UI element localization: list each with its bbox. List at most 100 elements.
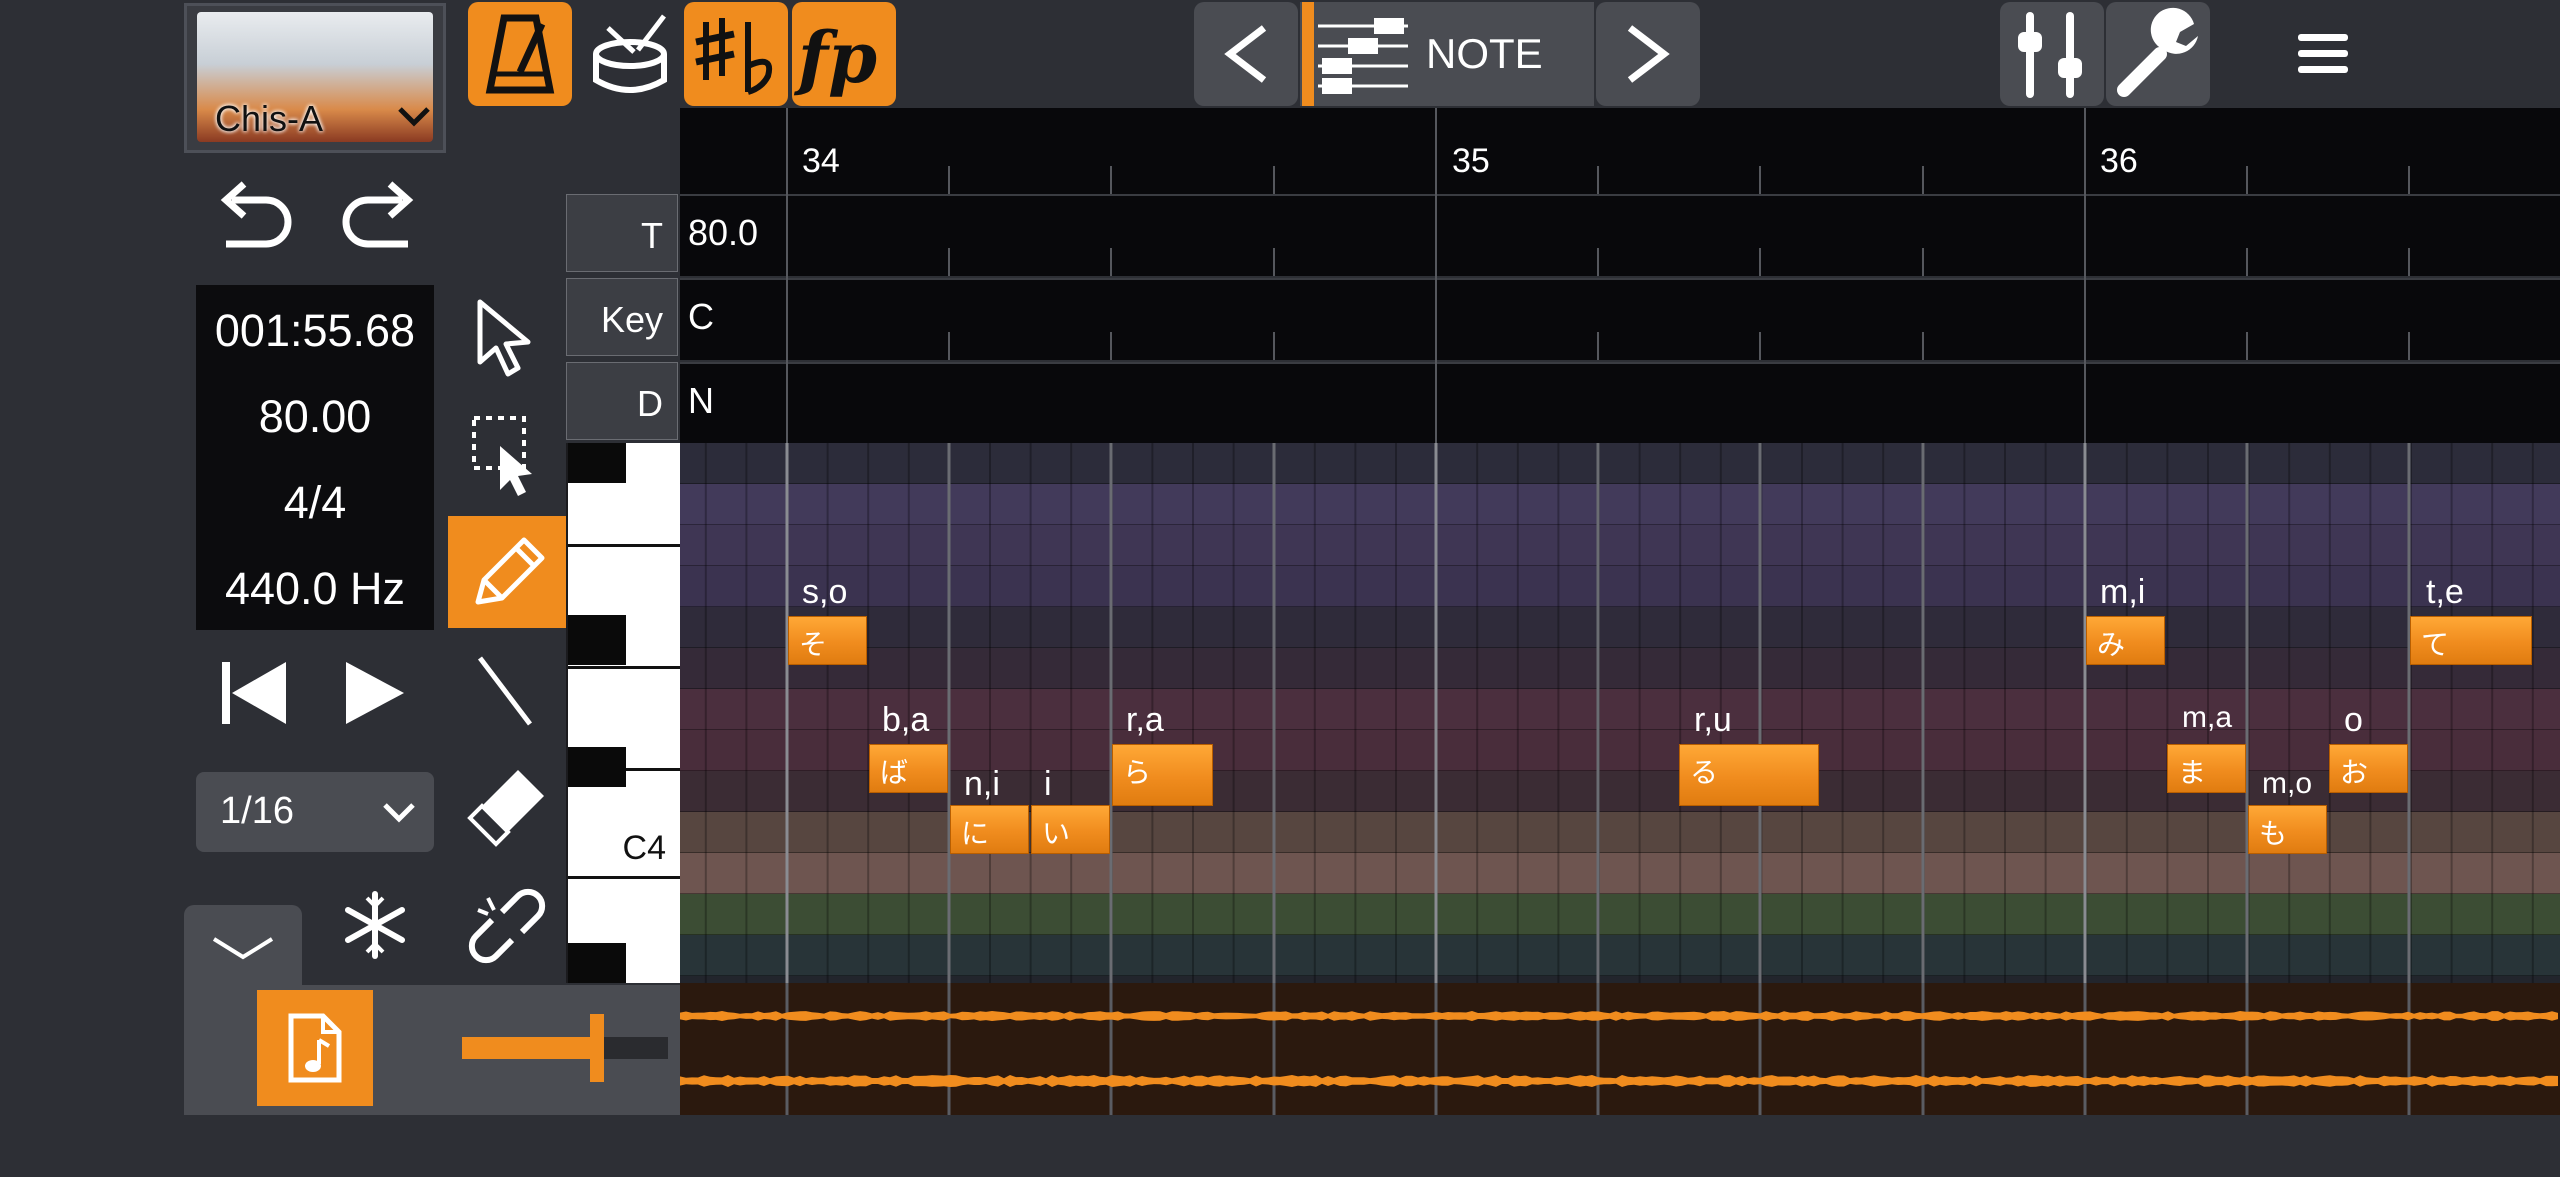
piano-black-key[interactable] — [568, 443, 626, 483]
pencil-tool[interactable] — [448, 516, 566, 628]
note-block[interactable]: る — [1679, 744, 1819, 806]
play-icon — [346, 662, 404, 724]
pencil-icon — [475, 537, 545, 605]
quantize-value: 1/16 — [220, 790, 294, 832]
next-button[interactable] — [1596, 2, 1700, 106]
note-phoneme: s,o — [802, 573, 848, 611]
tempo-value: 80.00 — [258, 391, 372, 442]
note-phoneme: t,e — [2426, 573, 2464, 611]
quantize-dropdown[interactable]: 1/16 — [196, 772, 434, 852]
row-label-text: D — [637, 383, 663, 424]
box-select-tool[interactable] — [448, 398, 566, 510]
roll-grid — [704, 443, 2534, 983]
chevron-down-icon — [397, 104, 431, 128]
tool-palette — [448, 280, 566, 990]
undo-button[interactable] — [206, 178, 298, 264]
hamburger-menu-icon — [2298, 34, 2348, 73]
note-lyric: ら — [1123, 756, 1152, 789]
note-block[interactable]: み — [2086, 616, 2165, 665]
box-select-icon — [472, 416, 532, 496]
note-lyric: み — [2097, 628, 2126, 661]
unlink-icon — [468, 888, 546, 964]
time-signature: 4/4 — [283, 477, 347, 528]
dynamics-fp-icon: fp — [793, 16, 877, 99]
note-block[interactable]: お — [2329, 744, 2408, 793]
note-lyric: い — [1042, 817, 1071, 850]
arrow-tool[interactable] — [448, 280, 566, 392]
key-row-label: Key — [566, 278, 678, 356]
metronome-button[interactable] — [468, 2, 572, 106]
track-file-button[interactable] — [257, 990, 373, 1106]
chevron-down-icon — [383, 803, 415, 823]
note-phoneme: n,i — [964, 765, 1000, 803]
mixer-button[interactable] — [2000, 2, 2104, 106]
piano-black-key[interactable] — [568, 615, 626, 665]
singer-name: Chis-A — [215, 98, 324, 139]
drum-button[interactable] — [578, 8, 682, 104]
note-block[interactable]: ま — [2167, 744, 2246, 793]
note-phoneme: m,a — [2182, 701, 2233, 734]
snowflake-icon — [345, 891, 405, 959]
previous-button[interactable] — [1194, 2, 1298, 106]
note-phoneme: m,i — [2100, 573, 2146, 611]
note-lyric: そ — [799, 628, 828, 661]
row-label-text: T — [641, 215, 663, 256]
piano-roll[interactable]: s,o b,a n,i i r,a r,u m,i m,a m,o o t,e … — [680, 443, 2560, 983]
redo-icon — [342, 181, 414, 248]
note-block[interactable]: い — [1031, 805, 1110, 854]
note-phoneme: r,u — [1694, 701, 1732, 739]
settings-button[interactable] — [2106, 2, 2210, 106]
track-volume-thumb[interactable] — [590, 1014, 604, 1082]
play-button[interactable] — [330, 650, 420, 736]
note-lyric: ば — [880, 756, 909, 789]
audio-waveform-track[interactable] — [680, 983, 2560, 1115]
note-lyric: て — [2421, 628, 2450, 661]
reference-pitch: 440.0 Hz — [224, 563, 406, 614]
note-block[interactable]: て — [2410, 616, 2532, 665]
piano-white-key[interactable]: C4 — [568, 771, 680, 879]
freeze-button[interactable] — [330, 880, 420, 970]
piano-black-key[interactable] — [568, 943, 626, 983]
split-tool[interactable] — [448, 870, 566, 982]
eraser-tool[interactable] — [448, 752, 566, 864]
expand-panel-button[interactable] — [184, 905, 302, 985]
dynamics-button[interactable]: fp — [792, 2, 896, 106]
note-phoneme: m,o — [2262, 767, 2313, 800]
note-block[interactable]: そ — [788, 616, 867, 665]
piano-keyboard[interactable]: C4 — [566, 443, 680, 983]
note-block[interactable]: に — [950, 805, 1029, 854]
line-icon — [478, 656, 532, 726]
note-lyric: に — [961, 817, 990, 850]
sharp-flat-icon — [695, 18, 772, 95]
rewind-icon — [222, 662, 286, 724]
music-file-icon — [288, 1013, 342, 1083]
note-phoneme: r,a — [1126, 701, 1164, 739]
status-display: 001:55.68 80.00 4/4 440.0 Hz — [196, 285, 434, 630]
chevron-right-icon — [1627, 25, 1670, 83]
note-phoneme: o — [2344, 701, 2363, 739]
metronome-icon — [485, 14, 555, 94]
edit-mode-selector[interactable]: NOTE — [1300, 2, 1594, 106]
svg-text:fp: fp — [793, 16, 877, 99]
track-volume-level — [462, 1037, 590, 1059]
note-phoneme: i — [1044, 765, 1052, 803]
note-phoneme: b,a — [882, 701, 930, 739]
undo-icon — [220, 181, 292, 248]
mode-label: NOTE — [1426, 30, 1543, 77]
chevron-left-icon — [1224, 25, 1267, 83]
note-block[interactable]: ば — [869, 744, 948, 793]
line-tool[interactable] — [448, 634, 566, 746]
note-lyric: る — [1690, 756, 1719, 789]
piano-black-key[interactable] — [568, 747, 626, 787]
note-block[interactable]: ら — [1112, 744, 1213, 806]
main-menu-button[interactable] — [2270, 20, 2374, 90]
chevron-down-icon — [212, 937, 274, 960]
note-block[interactable]: も — [2248, 805, 2327, 854]
drum-icon — [593, 14, 667, 93]
note-lyric: お — [2340, 756, 2369, 789]
singer-selector[interactable]: Chis-A — [184, 3, 446, 153]
redo-button[interactable] — [336, 178, 428, 264]
accidentals-button[interactable] — [684, 2, 788, 106]
note-lyric: も — [2259, 817, 2288, 850]
rewind-button[interactable] — [210, 650, 300, 736]
